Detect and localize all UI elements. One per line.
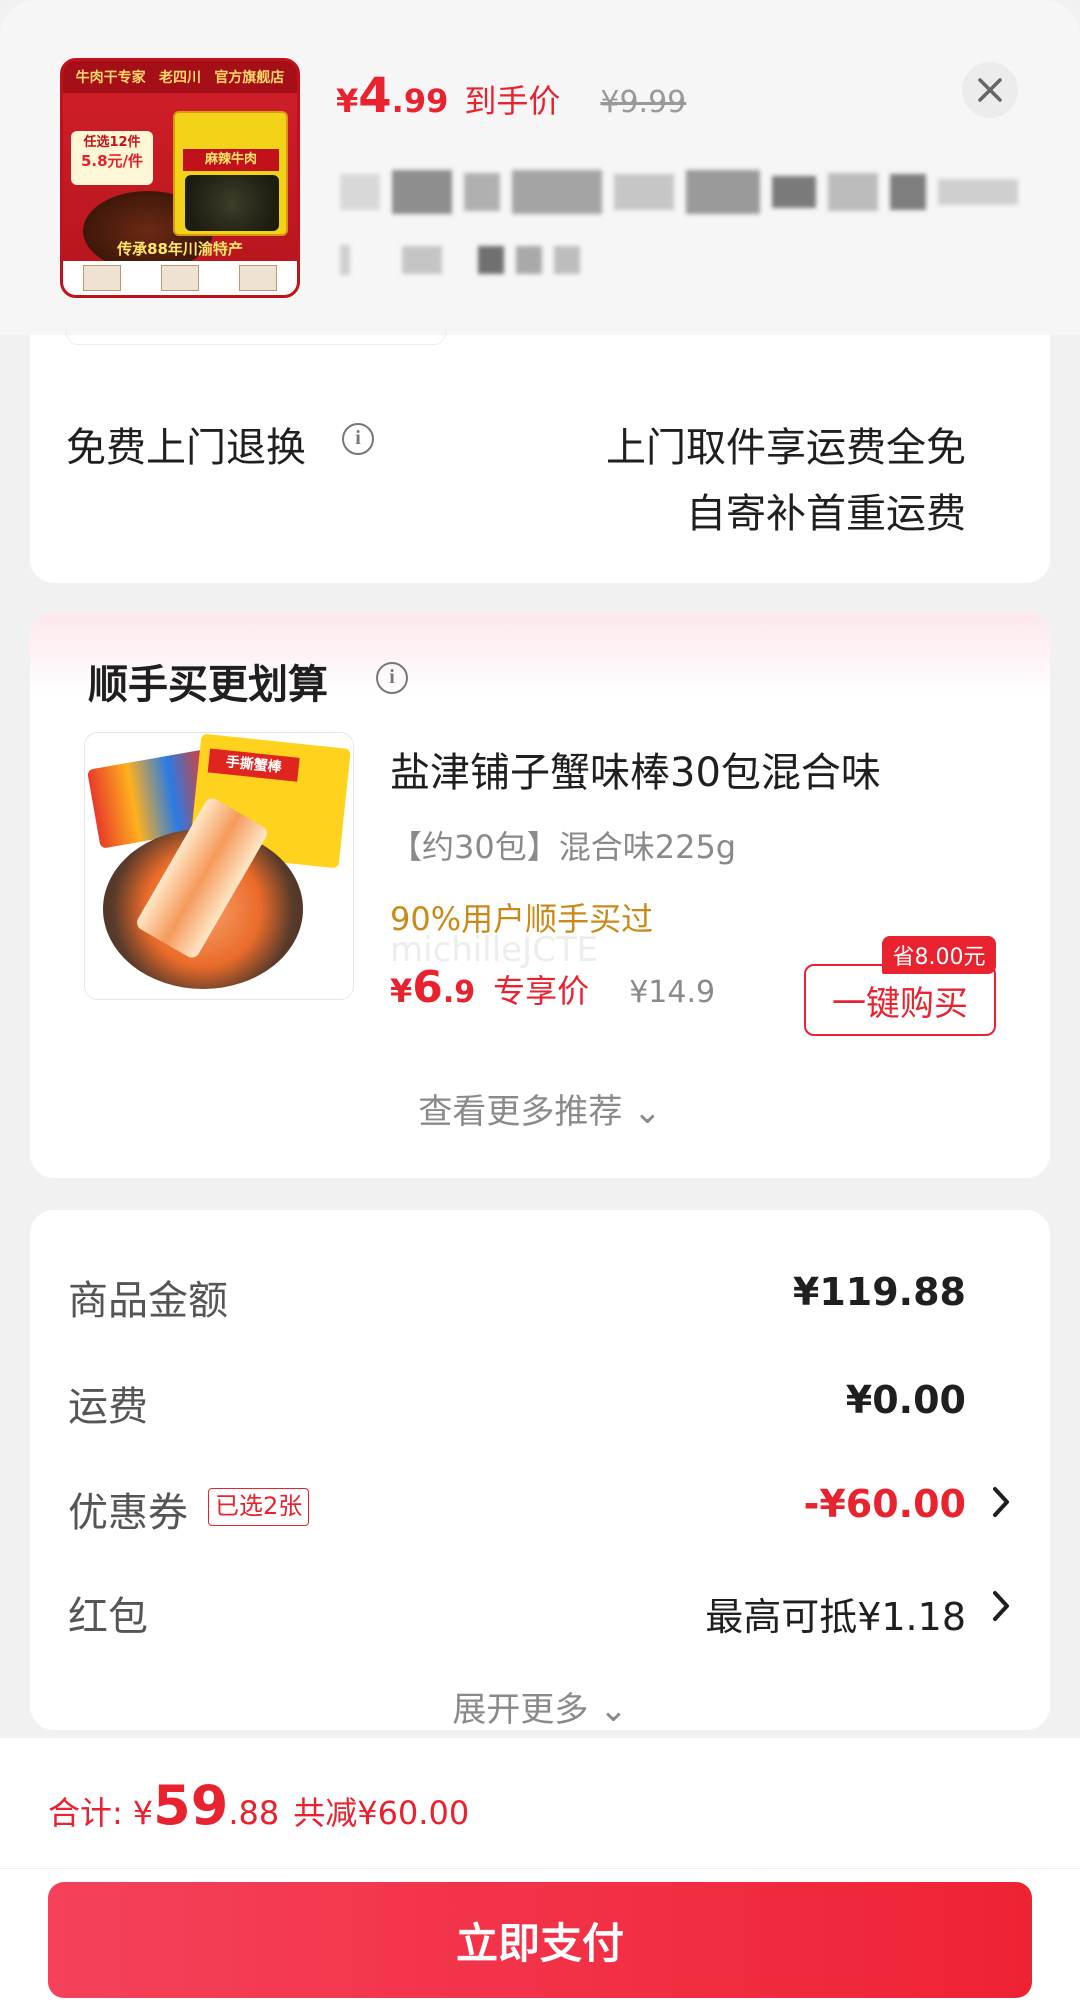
returns-label: 免费上门退换 [66, 425, 306, 471]
expand-more-link[interactable]: 展开更多 ⌄ [30, 1682, 1050, 1731]
redacted-block [828, 173, 878, 211]
price-decimal: .9 [442, 975, 476, 1010]
product-thumbnail[interactable]: 牛肉干专家 老四川 官方旗舰店 任选12件 5.8元/件 麻辣牛肉 传承88年川… [60, 58, 300, 298]
redacted-block [938, 179, 1018, 205]
recommend-price: ¥ 6 .9 专享价 ¥14.9 [390, 962, 715, 1013]
redacted-block [392, 170, 452, 214]
price-currency: ¥ [336, 82, 359, 120]
shipping-value: ¥0.00 [845, 1378, 966, 1422]
recommend-title: 顺手买更划算 [88, 662, 328, 708]
redacted-block [340, 245, 350, 275]
recommend-product-image[interactable]: 手撕蟹棒 [84, 732, 354, 1000]
coupon-value[interactable]: -¥60.00 [804, 1482, 966, 1526]
thumb-banner: 传承88年川渝特产 [117, 240, 243, 258]
checkout-bar: 合计: ¥ 59 .88 共减¥60.00 立即支付 [0, 1738, 1080, 2007]
order-total: 合计: ¥ 59 .88 共减¥60.00 [48, 1774, 469, 1837]
redacted-block [614, 174, 674, 210]
thumb-package: 麻辣牛肉 [173, 111, 288, 236]
save-badge: 省8.00元 [882, 936, 996, 974]
returns-card: 免费上门退换 i 上门取件享运费全免 自寄补首重运费 [30, 325, 1050, 583]
recommend-card: 顺手买更划算 i 手撕蟹棒 盐津铺子蟹味棒30包混合味 【约30包】混合味225… [30, 612, 1050, 1178]
redpacket-label[interactable]: 红包 [68, 1584, 148, 1642]
thumb-top-left: 牛肉干专家 [75, 70, 146, 86]
thumb-footer-badges [63, 261, 297, 295]
chevron-right-icon[interactable] [992, 1590, 1010, 1622]
close-button[interactable] [962, 62, 1018, 118]
thumb-pick-badge: 任选12件 5.8元/件 [71, 131, 153, 185]
total-currency: ¥ [132, 1794, 154, 1832]
blurred-title-line1 [340, 168, 1018, 216]
thumb-pack-label: 麻辣牛肉 [183, 149, 279, 171]
pay-now-button[interactable]: 立即支付 [48, 1882, 1032, 1998]
redacted-block [516, 246, 542, 274]
blurred-title-line2 [340, 236, 580, 284]
thumb-pick-line1: 任选12件 [83, 135, 141, 150]
close-icon [978, 78, 1002, 102]
thumb-top-right: 官方旗舰店 [214, 70, 285, 86]
redacted-block [478, 246, 504, 274]
total-integer: 59 [153, 1774, 229, 1837]
total-saved: 共减¥60.00 [293, 1794, 470, 1832]
info-icon[interactable]: i [376, 662, 408, 694]
total-label: 合计: [48, 1794, 123, 1832]
redacted-block [340, 174, 380, 210]
redacted-block [890, 174, 926, 210]
recommend-product-spec: 【约30包】混合味225g [390, 828, 737, 866]
redacted-block [512, 170, 602, 214]
thumb-topbar: 牛肉干专家 老四川 官方旗舰店 [63, 61, 297, 93]
order-sheet: 牛肉干专家 老四川 官方旗舰店 任选12件 5.8元/件 麻辣牛肉 传承88年川… [0, 0, 1080, 2007]
recommend-product-name[interactable]: 盐津铺子蟹味棒30包混合味 [390, 740, 881, 798]
coupon-label[interactable]: 优惠券 [68, 1480, 188, 1538]
price-tag: 到手价 [464, 82, 561, 120]
product-header: 牛肉干专家 老四川 官方旗舰店 任选12件 5.8元/件 麻辣牛肉 传承88年川… [0, 0, 1080, 335]
redacted-block [686, 170, 760, 214]
thumb-pick-line2: 5.8元/件 [80, 152, 144, 170]
price-integer: 4 [358, 68, 392, 124]
total-decimal: .88 [228, 1794, 280, 1832]
shipping-label: 运费 [68, 1384, 148, 1430]
redacted-block [402, 246, 442, 274]
divider [0, 1868, 1080, 1869]
goods-amount-value: ¥119.88 [792, 1270, 966, 1314]
original-price: ¥14.9 [629, 975, 716, 1010]
price-tag: 专享价 [493, 972, 590, 1010]
price-decimal: .99 [391, 82, 449, 120]
coupon-selected-tag: 已选2张 [208, 1488, 310, 1526]
thumb-pack-window [185, 175, 279, 231]
one-click-buy-button[interactable]: 一键购买 [804, 964, 996, 1036]
thumb-badge [161, 265, 199, 291]
chevron-right-icon[interactable] [992, 1486, 1010, 1518]
redpacket-value[interactable]: 最高可抵¥1.18 [705, 1586, 966, 1641]
original-price: ¥9.99 [600, 85, 687, 120]
price-integer: 6 [412, 962, 443, 1013]
price-currency: ¥ [390, 972, 413, 1010]
fees-card: 商品金额 ¥119.88 运费 ¥0.00 优惠券 已选2张 -¥60.00 红… [30, 1210, 1050, 1730]
image-bag-label: 手撕蟹棒 [207, 748, 300, 782]
thumb-badge [83, 265, 121, 291]
header-price: ¥ 4 .99 到手价 ¥9.99 [336, 68, 686, 128]
redacted-block [554, 246, 580, 274]
scroll-ghost-edge [66, 325, 446, 345]
redacted-block [464, 173, 500, 211]
returns-line1: 上门取件享运费全免 [606, 425, 966, 471]
goods-amount-label: 商品金额 [68, 1278, 228, 1324]
redacted-block [772, 176, 816, 208]
info-icon[interactable]: i [342, 423, 374, 455]
thumb-badge [239, 265, 277, 291]
returns-line2: 自寄补首重运费 [686, 491, 966, 537]
more-recommend-link[interactable]: 查看更多推荐 ⌄ [30, 1084, 1050, 1133]
thumb-brand: 老四川 [158, 70, 201, 86]
